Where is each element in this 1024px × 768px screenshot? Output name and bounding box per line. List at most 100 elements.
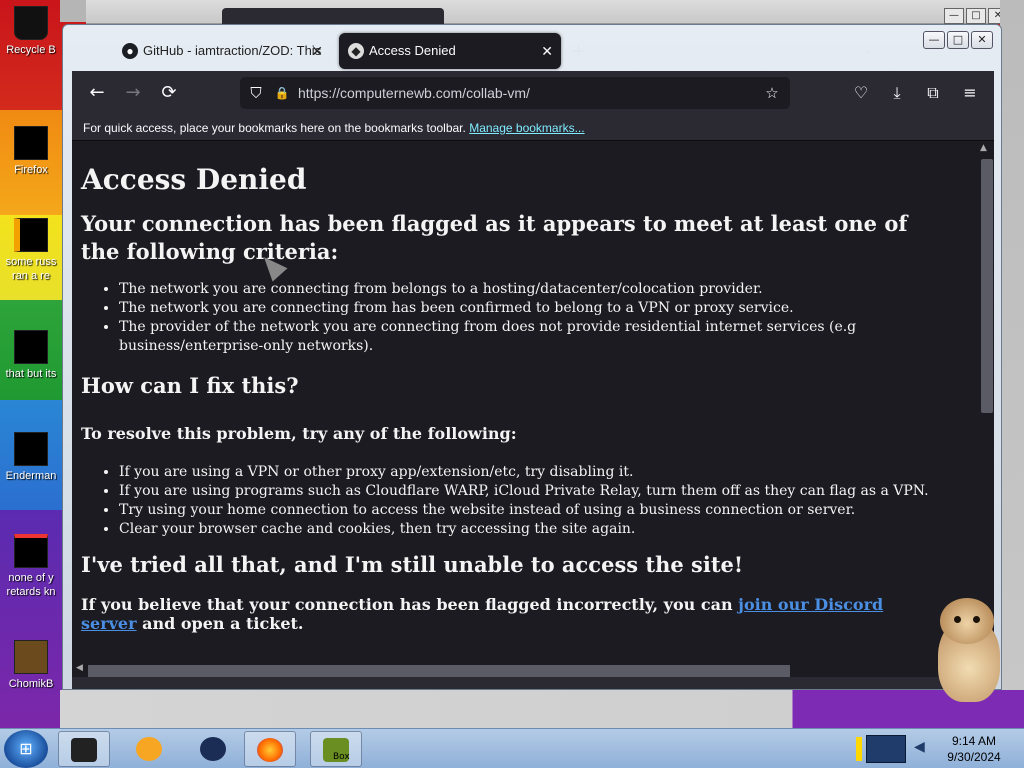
page-content: Access Denied Your connection has been f…	[81, 141, 941, 633]
shield-icon[interactable]: ⛉	[246, 82, 266, 104]
vertical-scrollbar[interactable]: ▲	[978, 141, 994, 661]
menu-button[interactable]: ≡	[957, 81, 983, 105]
tab-access-denied[interactable]: ◆ Access Denied ✕	[339, 33, 561, 69]
bookmark-star-icon[interactable]: ☆	[762, 82, 782, 104]
desktop-icon-label: none of y retards kn	[6, 572, 56, 598]
desktop-icon-chomikbox[interactable]: ChomikB	[0, 640, 62, 691]
final-text: If you believe that your connection has …	[81, 595, 739, 614]
taskbar: ⊞ Box ◀ 9:14 AM 9/30/2024	[0, 728, 1024, 768]
maximize-button[interactable]: □	[947, 31, 969, 49]
reload-button[interactable]: ⟳	[156, 81, 182, 105]
background-maximize-button[interactable]: □	[966, 8, 986, 24]
taskbar-app-label: Box	[333, 752, 350, 762]
fix-heading: How can I fix this?	[81, 373, 299, 398]
list-item: Try using your home connection to access…	[119, 501, 941, 520]
desktop-icon-that-but-its[interactable]: that but its	[0, 330, 62, 381]
extensions-button[interactable]: ⧉	[920, 81, 946, 105]
flagged-heading: Your connection has been flagged as it a…	[81, 211, 908, 264]
scroll-up-icon[interactable]: ▲	[980, 143, 987, 153]
hamster-eye	[954, 616, 961, 623]
document-icon	[14, 432, 48, 466]
criteria-list: The network you are connecting from belo…	[81, 280, 941, 356]
tab-title: Access Denied	[369, 43, 456, 58]
hamster-head	[940, 598, 994, 644]
hamster-eye	[973, 616, 980, 623]
list-item: The network you are connecting from belo…	[119, 280, 941, 299]
final-paragraph: If you believe that your connection has …	[81, 595, 941, 633]
list-item: The network you are connecting from has …	[119, 299, 941, 318]
tray-indicator-icon[interactable]	[856, 737, 862, 761]
list-item: If you are using a VPN or other proxy ap…	[119, 463, 941, 482]
tray-volume-icon[interactable]: ◀	[914, 739, 930, 759]
clock-date: 9/30/2024	[947, 750, 1001, 764]
forward-button[interactable]: →	[120, 81, 146, 105]
globe-icon	[200, 737, 226, 761]
pocket-button[interactable]: ♡	[848, 81, 874, 105]
taskbar-clock[interactable]: 9:14 AM 9/30/2024	[942, 733, 1006, 765]
horizontal-scroll-thumb[interactable]	[88, 665, 790, 677]
tab-close-button[interactable]: ✕	[541, 33, 553, 69]
back-button[interactable]: ←	[84, 81, 110, 105]
desktop-icon-label: ChomikB	[8, 678, 54, 690]
browser-content-area: ← → ⟳ ⛉ 🔒 ☆ ♡ ⤓ ⧉ ≡ For quick access, pl…	[72, 71, 994, 689]
page-icon: ◆	[348, 43, 364, 59]
desktop-icon-firefox[interactable]: Firefox	[0, 126, 62, 177]
background-window-bottom	[60, 690, 1024, 728]
scroll-left-icon[interactable]: ◀	[76, 663, 83, 673]
desktop-icon-label: some russ ran a re	[5, 256, 57, 282]
text-file-icon	[14, 218, 48, 252]
list-item: The provider of the network you are conn…	[119, 318, 941, 356]
firefox-icon	[257, 738, 283, 762]
media-player-icon	[136, 737, 162, 761]
vertical-scroll-thumb[interactable]	[981, 159, 993, 413]
desktop-icon-label: Recycle B	[6, 44, 56, 56]
firefox-icon	[14, 126, 48, 160]
browser-window: — □ ✕ ● GitHub - iamtraction/ZOD: This ✕…	[62, 24, 1002, 690]
tab-github[interactable]: ● GitHub - iamtraction/ZOD: This ✕	[113, 33, 331, 69]
recycle-bin-icon	[71, 738, 97, 762]
github-icon: ●	[122, 43, 138, 59]
desktop-icon-some-russ[interactable]: some russ ran a re	[0, 218, 62, 283]
bookmarks-toolbar: For quick access, place your bookmarks h…	[72, 115, 994, 141]
taskbar-app-media-player[interactable]	[124, 731, 176, 767]
navigation-toolbar: ← → ⟳ ⛉ 🔒 ☆ ♡ ⤓ ⧉ ≡	[72, 71, 994, 115]
tab-title: GitHub - iamtraction/ZOD: This	[143, 43, 322, 58]
desktop-icon-recycle-bin[interactable]: Recycle B	[0, 6, 62, 57]
list-item: If you are using programs such as Cloudf…	[119, 482, 941, 501]
fixes-list: If you are using a VPN or other proxy ap…	[81, 463, 941, 539]
desktop-icon-label: Firefox	[14, 164, 48, 176]
url-input[interactable]	[298, 81, 738, 105]
manage-bookmarks-link[interactable]: Manage bookmarks...	[469, 121, 584, 135]
page-title: Access Denied	[81, 163, 307, 196]
tray-network-icon[interactable]	[866, 735, 906, 763]
taskbar-app-recycle[interactable]	[58, 731, 110, 767]
desktop-icon-none-of-y[interactable]: none of y retards kn	[0, 534, 62, 599]
taskbar-app-globe[interactable]	[188, 731, 240, 767]
chevron-down-icon[interactable]: ⌄	[863, 43, 873, 57]
desktop-icon-enderman[interactable]: Enderman	[0, 432, 62, 483]
horizontal-scrollbar[interactable]: ◀	[72, 661, 978, 677]
desktop-icon-label: Enderman	[5, 470, 57, 482]
tab-close-button[interactable]: ✕	[311, 33, 323, 69]
clock-time: 9:14 AM	[951, 734, 997, 748]
list-item: Clear your browser cache and cookies, th…	[119, 520, 941, 539]
system-tray: ◀	[848, 731, 938, 767]
new-tab-button[interactable]: +	[571, 41, 586, 62]
background-window-titlebar: — □ ✕	[86, 0, 1008, 26]
file-stack-icon	[14, 330, 48, 364]
taskbar-app-firefox[interactable]	[244, 731, 296, 767]
final-text-end: and open a ticket.	[136, 614, 304, 633]
desktop-icon-label: that but its	[5, 368, 57, 380]
start-button[interactable]: ⊞	[4, 730, 48, 768]
recycle-bin-icon	[14, 6, 48, 40]
lock-icon[interactable]: 🔒	[272, 82, 292, 104]
minimize-button[interactable]: —	[923, 31, 945, 49]
close-button[interactable]: ✕	[971, 31, 993, 49]
app-icon	[14, 534, 48, 568]
tried-heading: I've tried all that, and I'm still unabl…	[81, 552, 744, 577]
tab-strip: ● GitHub - iamtraction/ZOD: This ✕ ◆ Acc…	[73, 33, 911, 69]
taskbar-app-chomikbox[interactable]: Box	[310, 731, 362, 767]
background-minimize-button[interactable]: —	[944, 8, 964, 24]
downloads-button[interactable]: ⤓	[884, 81, 910, 105]
url-bar[interactable]: ⛉ 🔒 ☆	[240, 77, 790, 109]
